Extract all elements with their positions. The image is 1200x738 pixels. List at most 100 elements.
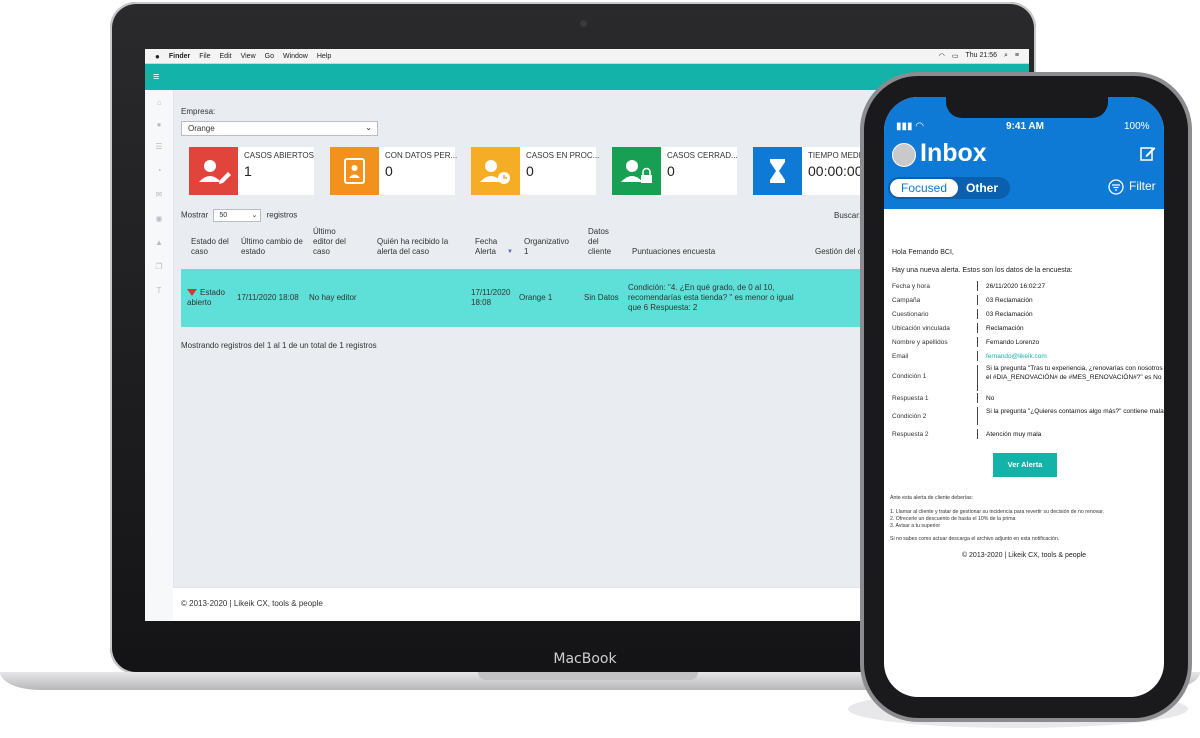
row-key: Condición 1 — [892, 373, 927, 380]
filter-icon[interactable] — [1108, 179, 1124, 195]
row-key: Condición 2 — [892, 413, 927, 420]
menu-edit[interactable]: Edit — [220, 53, 232, 60]
kpi-casos-cerrados[interactable]: CASOS CERRAD... 0 — [612, 147, 738, 195]
avatar[interactable] — [892, 143, 916, 167]
row-key: Fecha y hora — [892, 283, 930, 290]
contact-book-icon — [330, 147, 379, 195]
home-icon[interactable]: ⌂ — [154, 98, 164, 108]
row-value: Si la pregunta "¿Quieres contarnos algo … — [986, 408, 1164, 415]
list-icon[interactable]: ☰ — [154, 142, 164, 152]
footer-text: © 2013-2020 | Likeik CX, tools & people — [181, 599, 323, 608]
th-fecha-alerta[interactable]: Fecha Alerta — [475, 237, 505, 257]
tab-other[interactable]: Other — [966, 179, 998, 197]
row-key: Respuesta 2 — [892, 431, 929, 438]
row-separator — [977, 351, 978, 361]
cell-datos: Sin Datos — [584, 293, 619, 302]
status-down-icon — [187, 289, 197, 297]
page-title: Inbox — [920, 139, 987, 167]
page-size-select[interactable]: 50 ⌄ — [213, 209, 262, 222]
menu-toggle-icon[interactable]: ≡ — [153, 72, 159, 83]
compose-icon[interactable] — [1140, 145, 1156, 161]
inbox-tabs: Focused Other — [888, 177, 1010, 199]
copy-icon[interactable]: ❐ — [154, 262, 164, 272]
sort-desc-icon[interactable]: ▼ — [507, 249, 513, 255]
chart-icon[interactable]: ◔ — [154, 166, 164, 176]
th-ultimo-editor[interactable]: Último editor del caso — [313, 227, 355, 257]
advice-item: 3. Avisar a tu superior — [890, 523, 941, 529]
page-size-value: 50 — [219, 212, 228, 219]
advice-title: Ante esta alerta de cliente deberías: — [890, 495, 974, 501]
mail-icon[interactable]: ✉ — [154, 190, 164, 200]
page-size-control: Mostrar 50 ⌄ registros — [181, 209, 297, 222]
menubar-clock[interactable]: Thu 21:56 — [965, 52, 997, 60]
row-value: Atención muy mala — [986, 431, 1042, 438]
text-icon[interactable]: T — [154, 286, 164, 296]
row-value: 03 Reclamación — [986, 297, 1033, 304]
kpi-casos-abiertos[interactable]: CASOS ABIERTOS 1 — [189, 147, 314, 195]
control-center-icon[interactable]: ≡ — [1015, 52, 1019, 60]
th-ultimo-cambio[interactable]: Último cambio de estado — [241, 237, 303, 257]
kpi-value: 0 — [667, 163, 675, 179]
phone-battery: 100% — [1124, 121, 1150, 132]
search-icon[interactable]: ⌕ — [1004, 52, 1008, 60]
kpi-tiempo-medio[interactable]: TIEMPO MEDIO D 00:00:00 — [753, 147, 878, 195]
row-value: No — [986, 395, 995, 402]
row-separator — [977, 337, 978, 347]
app-sidebar: ⌂ ● ☰ ◔ ✉ ◉ ▲ ❐ T — [145, 90, 174, 621]
kpi-con-datos[interactable]: CON DATOS PER... 0 — [330, 147, 458, 195]
th-datos-cliente[interactable]: Datos del cliente — [588, 227, 618, 257]
battery-icon[interactable]: ▭ — [952, 52, 959, 60]
email-copyright: © 2013-2020 | Likeik CX, tools & people — [961, 552, 1087, 559]
empresa-label: Empresa: — [181, 107, 216, 116]
th-estado[interactable]: Estado del caso — [191, 237, 231, 257]
kpi-value: 00:00:00 — [808, 163, 863, 179]
row-key: Cuestionario — [892, 311, 929, 318]
table-row[interactable]: Estado abierto 17/11/2020 18:08 No hay e… — [181, 269, 881, 327]
menu-view[interactable]: View — [241, 53, 256, 60]
row-key: Respuesta 1 — [892, 395, 929, 402]
row-value: Fernando Lorenzo — [986, 339, 1040, 346]
cell-organizativo: Orange 1 — [519, 293, 553, 302]
empresa-select[interactable]: Orange ⌄ — [181, 121, 378, 136]
phone-time: 9:41 AM — [1006, 121, 1044, 132]
macbook-notch — [478, 672, 698, 680]
kpi-title: CON DATOS PER... — [385, 151, 458, 160]
bell-icon[interactable]: ▲ — [154, 238, 164, 248]
email-link[interactable]: fernando@likeik.com — [986, 352, 1164, 361]
menu-go[interactable]: Go — [265, 53, 274, 60]
buscar-label: Buscar: — [834, 211, 862, 220]
tab-focused[interactable]: Focused — [890, 179, 958, 197]
signal-icon: ▮▮▮ ◠ — [896, 121, 925, 132]
row-value: Si la pregunta "Tras tu experiencia, ¿re… — [986, 365, 1163, 381]
row-key: Nombre y apellidos — [892, 339, 948, 346]
cell-ultimo-cambio: 17/11/2020 18:08 — [237, 293, 299, 302]
menu-finder[interactable]: Finder — [169, 53, 190, 60]
menu-file[interactable]: File — [199, 53, 210, 60]
th-quien-recibido[interactable]: Quién ha recibido la alerta del caso — [377, 237, 455, 257]
row-value: 26/11/2020 16:02:27 — [986, 283, 1046, 290]
ver-alerta-button[interactable]: Ver Alerta — [993, 453, 1057, 477]
wifi-icon[interactable]: ◠ — [939, 52, 945, 60]
globe-icon[interactable]: ◉ — [154, 214, 164, 224]
row-separator — [977, 393, 978, 403]
th-puntuaciones[interactable]: Puntuaciones encuesta — [632, 247, 752, 257]
row-separator — [977, 429, 978, 439]
empresa-value: Orange — [188, 124, 215, 133]
menu-window[interactable]: Window — [283, 53, 308, 60]
filter-button[interactable]: Filter — [1129, 179, 1156, 193]
user-icon[interactable]: ● — [154, 120, 164, 130]
row-separator — [977, 281, 978, 291]
kpi-value: 0 — [526, 163, 534, 179]
apple-icon[interactable]: ● — [155, 52, 160, 61]
survey-data-table: Fecha y hora 26/11/2020 16:02:27 Campaña… — [892, 281, 1164, 449]
macbook-brand: MacBook — [553, 651, 617, 667]
hourglass-icon — [753, 147, 802, 195]
row-key: Ubicación vinculada — [892, 325, 950, 332]
user-lock-icon — [612, 147, 661, 195]
kpi-casos-en-proceso[interactable]: CASOS EN PROC... 0 — [471, 147, 600, 195]
menu-help[interactable]: Help — [317, 53, 331, 60]
row-value: Reclamación — [986, 325, 1024, 332]
kpi-title: CASOS EN PROC... — [526, 151, 600, 160]
user-clock-icon — [471, 147, 520, 195]
th-organizativo[interactable]: Organizativo 1 — [524, 237, 574, 257]
